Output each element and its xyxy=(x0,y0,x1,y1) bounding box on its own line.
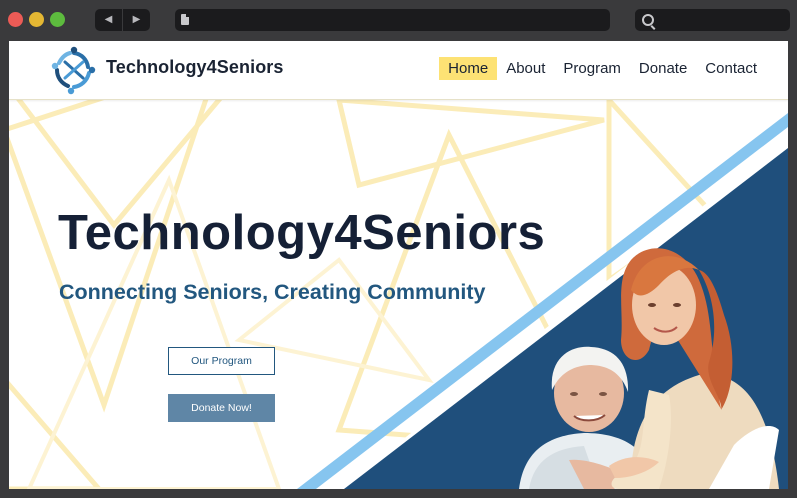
maximize-window-button[interactable] xyxy=(50,12,65,27)
hero-title: Technology4Seniors xyxy=(58,206,546,260)
browser-search-field[interactable] xyxy=(635,9,790,31)
hero-subtitle: Connecting Seniors, Creating Community xyxy=(59,280,486,304)
minimize-window-button[interactable] xyxy=(29,12,44,27)
close-window-button[interactable] xyxy=(8,12,23,27)
nav-program[interactable]: Program xyxy=(554,57,630,80)
people-circle-logo-icon[interactable] xyxy=(51,45,97,95)
nav-contact[interactable]: Contact xyxy=(696,57,766,80)
forward-button[interactable]: ▶ xyxy=(122,9,150,31)
page-icon xyxy=(181,14,189,25)
address-bar[interactable] xyxy=(175,9,610,31)
history-buttons: ◀ ▶ xyxy=(95,9,150,31)
back-button[interactable]: ◀ xyxy=(95,9,122,31)
site-header: Technology4Seniors Home About Program Do… xyxy=(9,41,788,100)
site-brand[interactable]: Technology4Seniors xyxy=(106,57,284,78)
nav-donate[interactable]: Donate xyxy=(630,57,696,80)
search-icon xyxy=(642,14,654,26)
nav-home[interactable]: Home xyxy=(439,57,498,80)
browser-chrome: ◀ ▶ xyxy=(0,0,797,41)
main-nav: Home About Program Donate Contact xyxy=(439,57,766,80)
hero-section: Technology4Seniors Connecting Seniors, C… xyxy=(9,100,788,489)
page-viewport: Technology4Seniors Home About Program Do… xyxy=(9,41,788,489)
our-program-button[interactable]: Our Program xyxy=(168,347,275,375)
nav-about[interactable]: About xyxy=(497,57,554,80)
donate-now-button[interactable]: Donate Now! xyxy=(168,394,275,422)
